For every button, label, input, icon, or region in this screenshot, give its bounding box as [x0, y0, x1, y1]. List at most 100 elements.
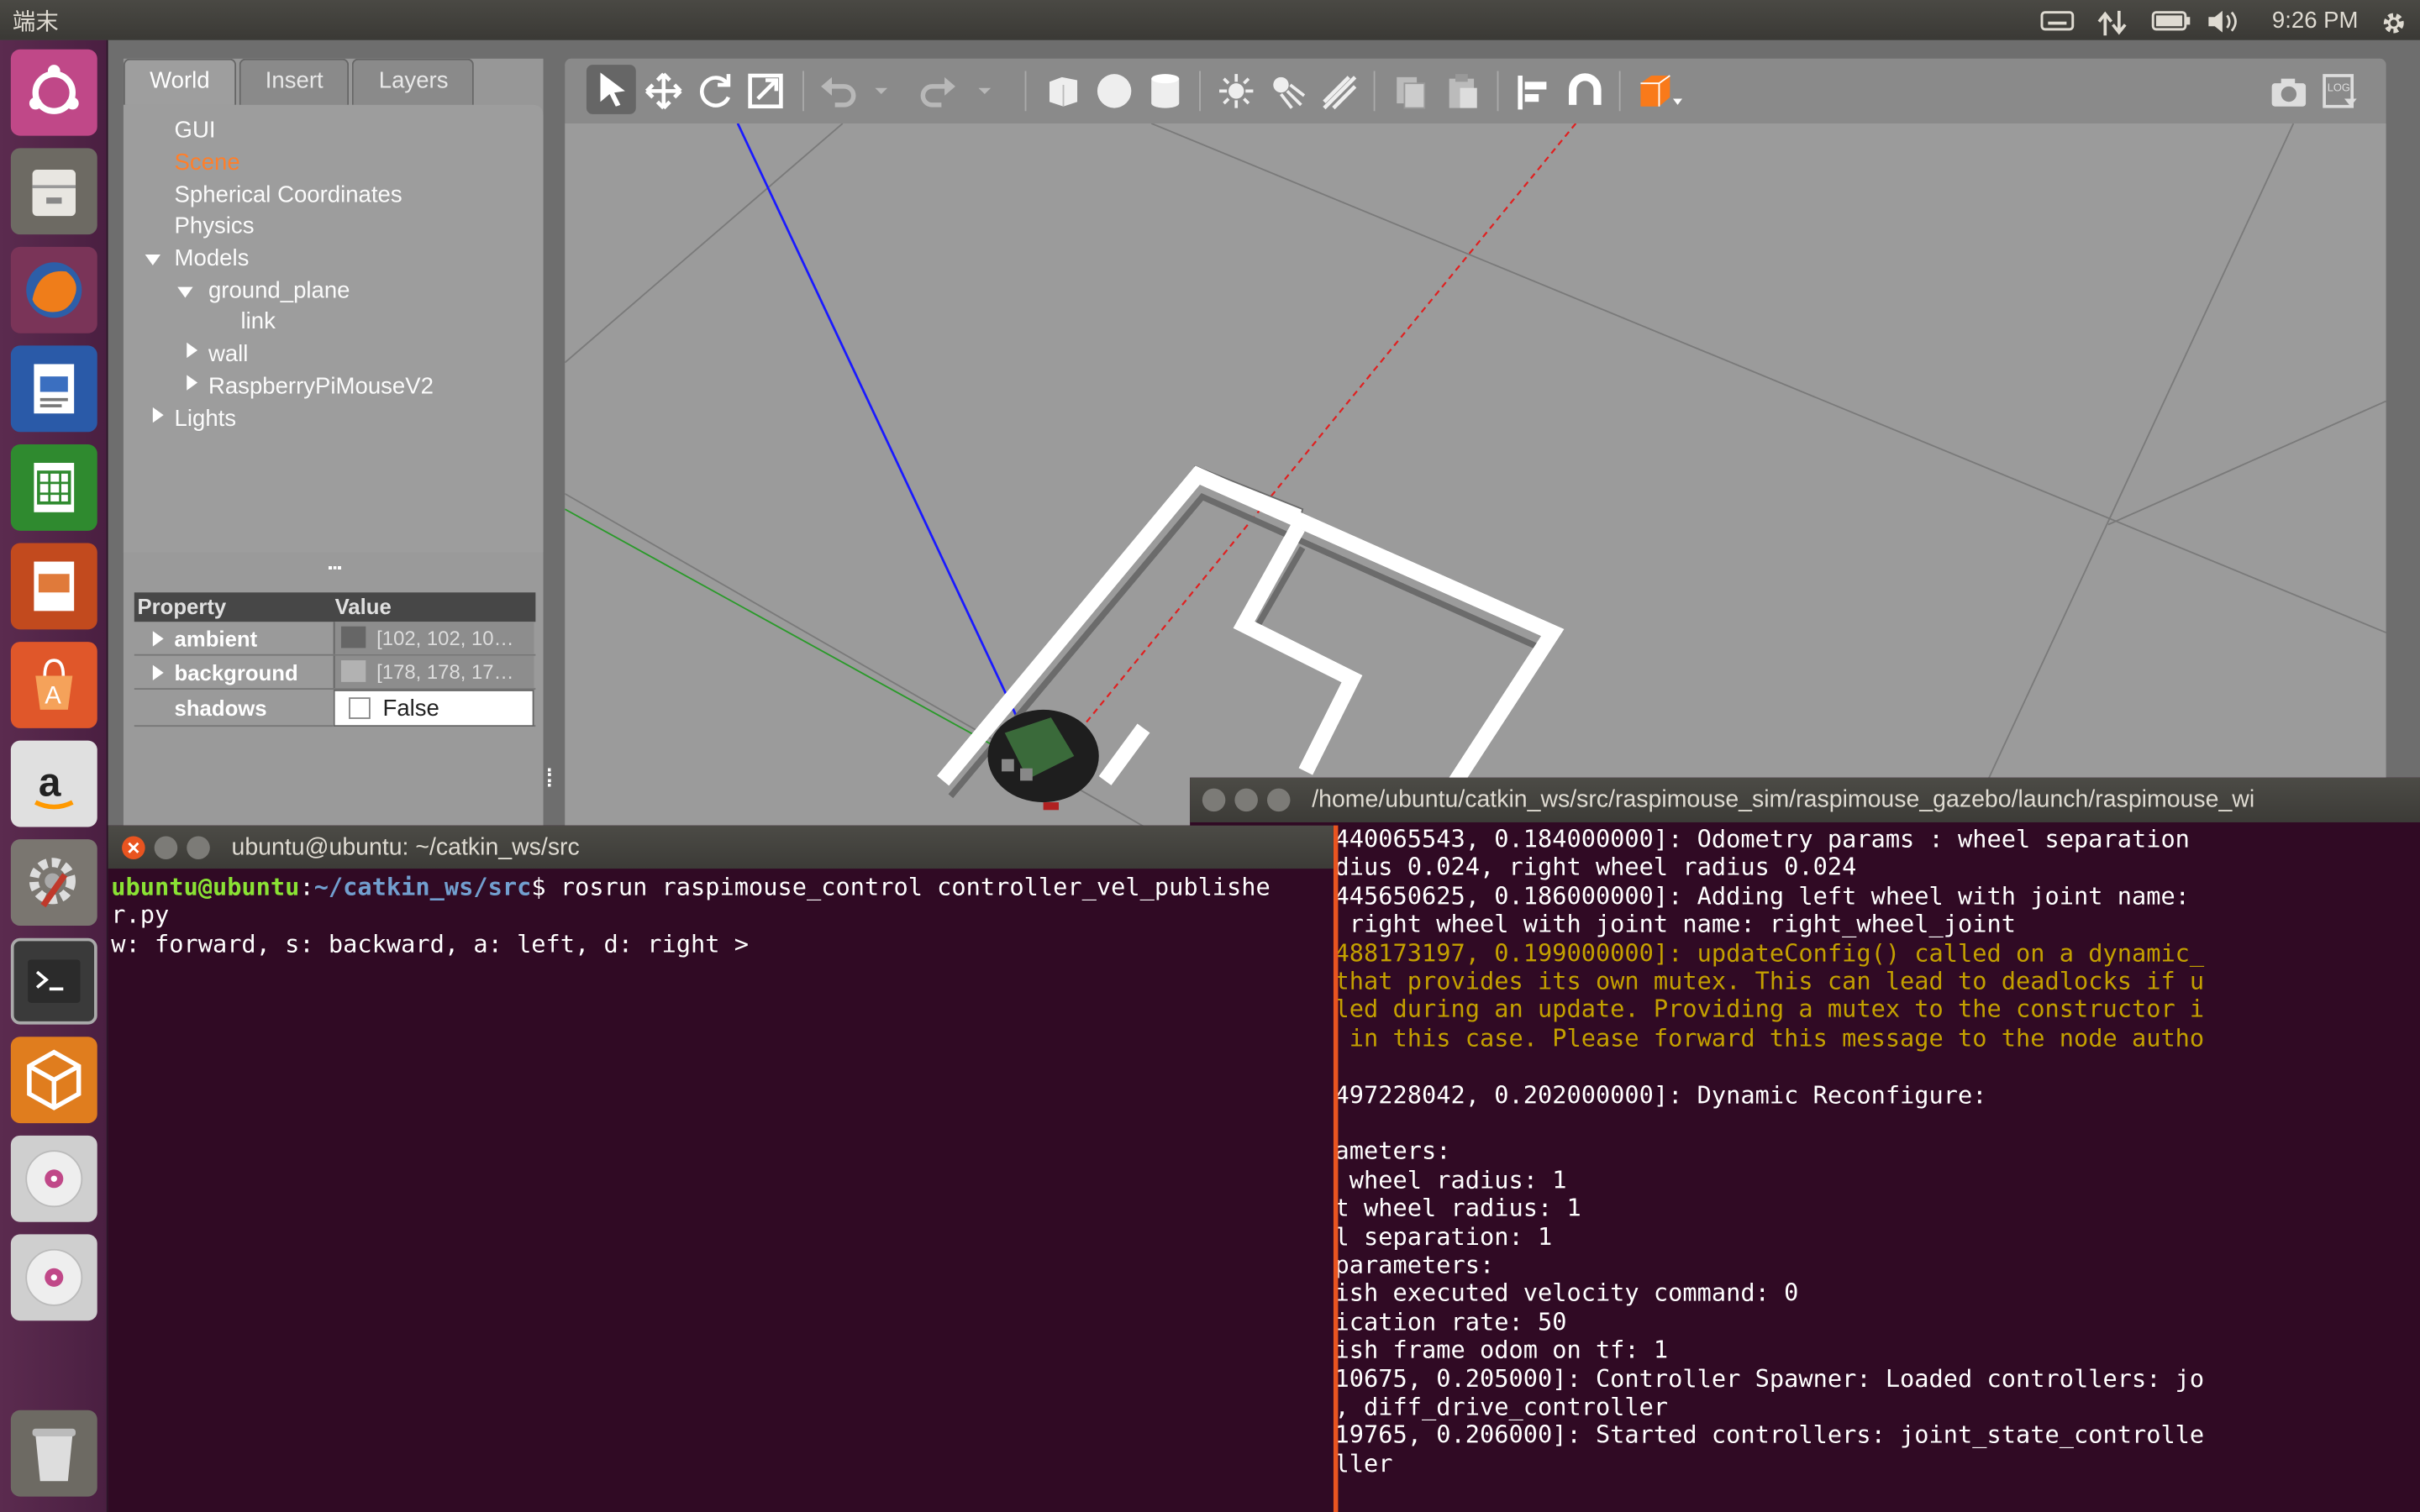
- expand-ambient-icon[interactable]: [152, 631, 164, 647]
- clock[interactable]: 9:26 PM: [2272, 7, 2359, 33]
- toolbar-separator: [1199, 71, 1201, 112]
- prop-row-background[interactable]: background [178, 178, 17…: [134, 655, 536, 690]
- point-light-icon[interactable]: [1216, 71, 1256, 111]
- calc-icon[interactable]: [10, 444, 97, 531]
- property-table: Property Value ambient [102, 102, 10… ba…: [134, 592, 536, 727]
- tree-item-raspberrypimouse[interactable]: RaspberryPiMouseV2: [208, 373, 434, 399]
- terminal-output-line: w: forward, s: backward, a: left, d: rig…: [111, 930, 749, 958]
- firefox-icon[interactable]: [10, 246, 97, 333]
- prop-value-background[interactable]: [178, 178, 17…: [376, 660, 513, 684]
- panel-resize-handle[interactable]: [548, 768, 554, 787]
- expand-wall-icon[interactable]: [187, 342, 198, 359]
- minimize-window-icon[interactable]: [154, 836, 178, 860]
- expand-ground-plane-icon[interactable]: [177, 286, 193, 298]
- screenshot-camera-icon[interactable]: [2267, 71, 2307, 111]
- prop-value-ambient[interactable]: [102, 102, 10…: [376, 627, 513, 650]
- tree-item-lights[interactable]: Lights: [175, 406, 237, 432]
- sphere-shape-icon[interactable]: [1094, 71, 1134, 111]
- prop-label-ambient: ambient: [174, 626, 258, 652]
- amazon-icon[interactable]: a: [10, 740, 97, 827]
- impress-icon[interactable]: [10, 543, 97, 630]
- files-icon[interactable]: [10, 148, 97, 235]
- terminal-output-line: 527049509.488173197, 0.199000000]: updat…: [1190, 938, 2205, 967]
- tree-item-scene[interactable]: Scene: [175, 150, 240, 176]
- dvd-icon[interactable]: [10, 1135, 97, 1222]
- undo-icon[interactable]: [817, 71, 857, 111]
- prop-value-shadows: False: [382, 696, 439, 722]
- select-mode-icon[interactable]: [586, 65, 636, 114]
- unity-launcher: A a: [0, 39, 108, 1512]
- prompt-dollar: $: [531, 873, 560, 901]
- tree-item-models[interactable]: Models: [175, 245, 250, 271]
- prompt-user: ubuntu@ubuntu: [111, 873, 300, 901]
- terminal-icon[interactable]: [10, 937, 97, 1025]
- tree-item-link[interactable]: link: [241, 308, 276, 334]
- ubuntu-dash-icon[interactable]: [10, 49, 97, 136]
- ambient-swatch[interactable]: [340, 626, 366, 648]
- header-property: Property: [137, 594, 227, 619]
- shadows-checkbox[interactable]: [349, 697, 371, 719]
- tree-item-spherical-coordinates[interactable]: Spherical Coordinates: [175, 182, 402, 208]
- gazebo-icon[interactable]: [10, 1037, 97, 1124]
- writer-icon[interactable]: [10, 345, 97, 433]
- splitter-handle[interactable]: [329, 566, 341, 570]
- paste-icon[interactable]: [1442, 71, 1482, 111]
- tree-item-physics[interactable]: Physics: [175, 213, 255, 239]
- system-settings-icon[interactable]: [10, 839, 97, 927]
- terminal-output-line: ecommended in this case. Please forward …: [1190, 1024, 2205, 1053]
- gear-icon[interactable]: [2380, 9, 2407, 34]
- prop-label-shadows: shadows: [174, 696, 267, 721]
- toolbar-separator: [802, 71, 804, 112]
- directional-light-icon[interactable]: [1318, 71, 1359, 111]
- terminal-window-keyboard[interactable]: ubuntu@ubuntu: ~/catkin_ws/src ubuntu@ub…: [108, 825, 1339, 1512]
- expand-robot-icon[interactable]: [187, 375, 198, 391]
- maximize-window-icon[interactable]: [1266, 788, 1291, 812]
- tab-world[interactable]: World: [123, 58, 236, 105]
- redo-icon[interactable]: [920, 71, 960, 111]
- undo-history-icon[interactable]: [872, 71, 891, 111]
- tab-insert[interactable]: Insert: [239, 58, 350, 105]
- 3d-scene-viewport[interactable]: [565, 123, 2386, 849]
- terminal-titlebar[interactable]: /home/ubuntu/catkin_ws/src/raspimouse_si…: [1190, 777, 2420, 822]
- minimize-window-icon[interactable]: [1234, 788, 1258, 812]
- terminal-window-roslaunch[interactable]: /home/ubuntu/catkin_ws/src/raspimouse_si…: [1190, 777, 2420, 1512]
- trash-icon[interactable]: [10, 1410, 97, 1497]
- view-angle-icon[interactable]: [1636, 71, 1683, 111]
- close-window-icon[interactable]: [122, 836, 145, 860]
- scale-mode-icon[interactable]: [745, 71, 786, 111]
- close-window-icon[interactable]: [1202, 788, 1226, 812]
- box-shape-icon[interactable]: [1044, 71, 1084, 111]
- terminal-command-line: ubuntu@ubuntu:~/catkin_ws/src$ rosrun ra…: [111, 874, 1270, 901]
- keyboard-icon[interactable]: [2040, 9, 2075, 31]
- background-swatch[interactable]: [340, 660, 366, 682]
- software-center-icon[interactable]: A: [10, 642, 97, 728]
- tree-item-gui[interactable]: GUI: [175, 118, 216, 144]
- dvd-icon-2[interactable]: [10, 1234, 97, 1321]
- copy-icon[interactable]: [1391, 71, 1431, 111]
- log-record-icon[interactable]: LOG: [2320, 71, 2360, 111]
- expand-models-icon[interactable]: [145, 255, 161, 265]
- tab-layers[interactable]: Layers: [352, 58, 475, 105]
- terminal-titlebar[interactable]: ubuntu@ubuntu: ~/catkin_ws/src: [108, 825, 1334, 869]
- battery-icon[interactable]: [2151, 9, 2191, 31]
- cylinder-shape-icon[interactable]: [1145, 71, 1186, 111]
- align-icon[interactable]: [1514, 71, 1555, 111]
- volume-icon[interactable]: [2207, 9, 2241, 33]
- redo-history-icon[interactable]: [976, 71, 994, 111]
- header-value: Value: [334, 594, 392, 619]
- maximize-window-icon[interactable]: [187, 836, 210, 860]
- expand-lights-icon[interactable]: [152, 407, 164, 423]
- svg-text:A: A: [45, 682, 61, 710]
- terminal-output-line: 527049509.440065543, 0.184000000]: Odome…: [1190, 825, 2190, 853]
- snap-magnet-icon[interactable]: [1565, 71, 1605, 111]
- spot-light-icon[interactable]: [1267, 71, 1307, 111]
- network-icon[interactable]: [2096, 9, 2130, 36]
- prop-row-shadows[interactable]: shadows False: [134, 690, 536, 727]
- tree-item-wall[interactable]: wall: [208, 341, 248, 367]
- rotate-mode-icon[interactable]: [695, 71, 735, 111]
- toolbar-separator: [1024, 71, 1027, 112]
- expand-background-icon[interactable]: [152, 664, 164, 680]
- tree-item-ground-plane[interactable]: ground_plane: [208, 278, 350, 304]
- translate-mode-icon[interactable]: [644, 71, 684, 111]
- prop-row-ambient[interactable]: ambient [102, 102, 10…: [134, 622, 536, 656]
